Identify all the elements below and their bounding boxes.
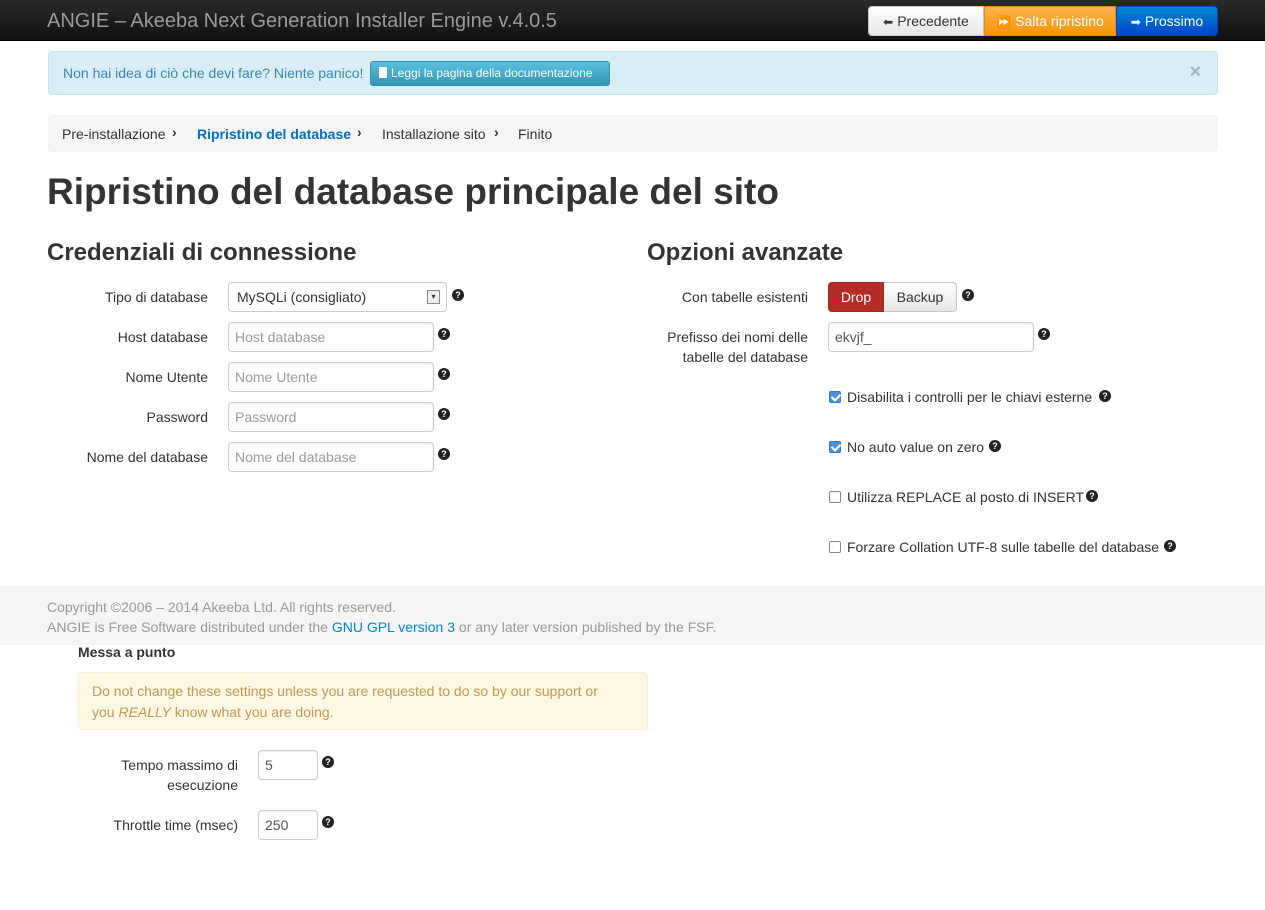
max-exec-label: Tempo massimo di esecuzione [121, 757, 238, 793]
use-replace-label: Utilizza REPLACE al posto di INSERT [847, 489, 1085, 505]
copyright-text: Copyright ©2006 – 2014 Akeeba Ltd. All r… [47, 599, 396, 615]
breadcrumb: Pre-installazione › Ripristino del datab… [48, 115, 1218, 152]
no-auto-value-checkbox[interactable] [829, 441, 841, 453]
force-utf8-label: Forzare Collation UTF-8 sulle tabelle de… [847, 539, 1160, 555]
tuning-section-title: Messa a punto [78, 644, 176, 660]
page-footer: Copyright ©2006 – 2014 Akeeba Ltd. All r… [0, 586, 1265, 645]
breadcrumb-item-finished: Finito [518, 126, 553, 142]
breadcrumb-item-site-setup: Installazione sito [382, 126, 486, 142]
app-title: ANGIE – Akeeba Next Generation Installer… [47, 10, 557, 32]
help-icon[interactable]: ? [438, 448, 450, 460]
license-text: ANGIE is Free Software distributed under… [47, 619, 717, 635]
page-title: Ripristino del database principale del s… [47, 171, 779, 212]
help-icon[interactable]: ? [1086, 490, 1098, 502]
arrow-left-icon: ⬅ [883, 15, 894, 29]
db-type-select[interactable]: MySQLi (consigliato) ▾ [228, 282, 447, 312]
help-icon[interactable]: ? [989, 440, 1001, 452]
breadcrumb-item-db-restore: Ripristino del database [197, 126, 352, 142]
throttle-label: Throttle time (msec) [113, 817, 238, 833]
wizard-button-group: ⬅ Precedente ⏩ Salta ripristino ➡ Prossimo [868, 6, 1218, 36]
help-icon[interactable]: ? [1164, 540, 1176, 552]
db-password-input[interactable] [228, 402, 434, 432]
connection-section-title: Credenziali di connessione [47, 239, 357, 266]
top-navbar: ANGIE – Akeeba Next Generation Installer… [0, 0, 1265, 41]
skip-restore-button[interactable]: ⏩ Salta ripristino [984, 6, 1116, 36]
force-utf8-checkbox[interactable] [829, 541, 841, 553]
help-alert-message: Non hai idea di ciò che devi fare? Nient… [63, 65, 364, 81]
book-icon [379, 67, 387, 78]
table-prefix-input[interactable] [828, 322, 1034, 352]
chevron-right-icon: › [494, 124, 499, 140]
chevron-down-icon: ▾ [427, 290, 440, 304]
help-icon[interactable]: ? [438, 328, 450, 340]
close-icon[interactable]: × [1189, 61, 1201, 84]
db-name-label: Nome del database [86, 449, 208, 465]
db-password-label: Password [146, 409, 208, 425]
help-icon[interactable]: ? [322, 816, 334, 828]
backup-button[interactable]: Backup [884, 282, 957, 312]
help-icon[interactable]: ? [452, 289, 464, 301]
breadcrumb-item-preinstall: Pre-installazione [62, 126, 166, 142]
arrow-right-icon: ➡ [1130, 15, 1141, 29]
help-icon[interactable]: ? [438, 368, 450, 380]
no-auto-value-label: No auto value on zero [847, 439, 984, 455]
db-user-input[interactable] [228, 362, 434, 392]
help-icon[interactable]: ? [1038, 328, 1050, 340]
db-host-input[interactable] [228, 322, 434, 352]
db-host-label: Host database [117, 329, 208, 345]
disable-fk-label: Disabilita i controlli per le chiavi est… [847, 389, 1093, 405]
throttle-input[interactable] [258, 810, 318, 840]
tuning-warning: Do not change these settings unless you … [78, 672, 648, 730]
db-type-label: Tipo di database [105, 289, 208, 305]
advanced-section-title: Opzioni avanzate [647, 239, 844, 266]
existing-tables-label: Con tabelle esistenti [681, 289, 808, 305]
gpl-link[interactable]: GNU GPL version 3 [332, 619, 455, 635]
previous-button[interactable]: ⬅ Precedente [868, 6, 984, 36]
chevron-right-icon: › [172, 124, 177, 140]
fast-forward-icon: ⏩ [996, 15, 1012, 29]
disable-fk-checkbox[interactable] [829, 391, 841, 403]
help-icon[interactable]: ? [322, 756, 334, 768]
table-prefix-label: Prefisso dei nomi delle tabelle del data… [667, 329, 808, 365]
help-alert: Non hai idea di ciò che devi fare? Nient… [48, 51, 1218, 95]
existing-tables-toggle: Drop Backup [828, 282, 957, 312]
help-icon[interactable]: ? [1099, 390, 1111, 402]
drop-button[interactable]: Drop [828, 282, 884, 312]
use-replace-checkbox[interactable] [829, 491, 841, 503]
db-name-input[interactable] [228, 442, 434, 472]
chevron-right-icon: › [357, 124, 362, 140]
documentation-button[interactable]: Leggi la pagina della documentazione [370, 61, 610, 86]
db-user-label: Nome Utente [125, 369, 208, 385]
max-exec-input[interactable] [258, 750, 318, 780]
help-icon[interactable]: ? [962, 289, 974, 301]
next-button[interactable]: ➡ Prossimo [1116, 6, 1218, 36]
help-icon[interactable]: ? [438, 408, 450, 420]
